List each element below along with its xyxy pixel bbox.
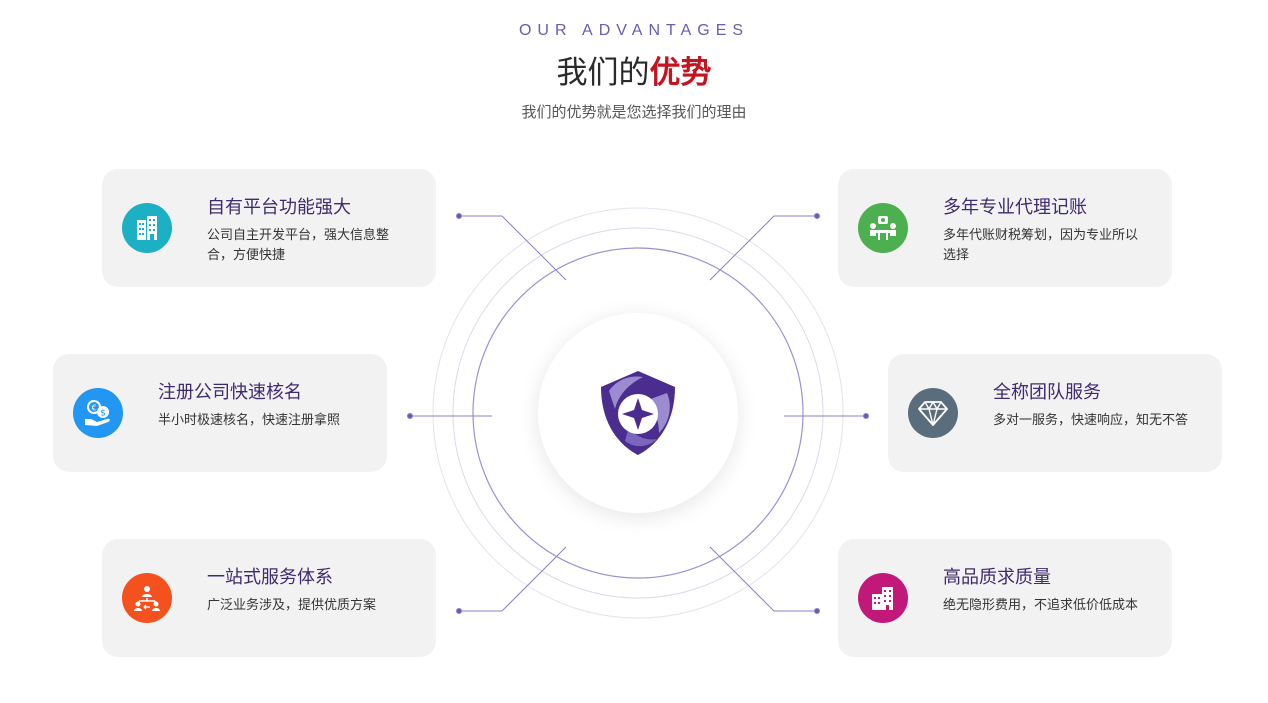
connector-line-5 bbox=[459, 546, 567, 612]
advantage-title: 一站式服务体系 bbox=[207, 567, 333, 588]
advantage-card-platform: 自有平台功能强大 公司自主开发平台，强大信息整合，方便快捷 bbox=[102, 169, 436, 287]
shield-star-logo-icon bbox=[601, 371, 675, 455]
advantage-title: 自有平台功能强大 bbox=[207, 197, 351, 218]
advantage-desc: 绝无隐形费用，不追求低价低成本 bbox=[943, 598, 1139, 613]
connector-line-1 bbox=[459, 215, 567, 281]
connector-dot-6 bbox=[814, 608, 820, 614]
advantage-card-one-stop: 一站式服务体系 广泛业务涉及，提供优质方案 bbox=[102, 539, 436, 657]
connector-dot-4 bbox=[863, 413, 869, 419]
advantage-card-quality: 高品质求质量 绝无隐形费用，不追求低价低成本 bbox=[838, 539, 1172, 657]
connector-dot-5 bbox=[456, 608, 462, 614]
office-building-icon bbox=[858, 573, 908, 623]
connector-dot-1 bbox=[456, 213, 462, 219]
advantage-desc: 广泛业务涉及，提供优质方案 bbox=[207, 598, 377, 613]
advantage-title: 高品质求质量 bbox=[943, 567, 1051, 588]
connector-dot-2 bbox=[814, 213, 820, 219]
advantage-title: 全称团队服务 bbox=[993, 382, 1101, 403]
advantage-desc: 多对一服务，快速响应，知无不答 bbox=[993, 413, 1189, 428]
advantage-desc: 多年代账财税筹划，因为专业所以选择 bbox=[943, 228, 1139, 263]
meeting-icon bbox=[858, 203, 908, 253]
advantage-card-bookkeeping: 多年专业代理记账 多年代账财税筹划，因为专业所以选择 bbox=[838, 169, 1172, 287]
advantage-desc: 公司自主开发平台，强大信息整合，方便快捷 bbox=[207, 228, 390, 263]
advantage-desc: 半小时极速核名，快速注册拿照 bbox=[158, 413, 341, 428]
advantage-title: 多年专业代理记账 bbox=[943, 197, 1087, 218]
svg-text:$: $ bbox=[100, 409, 106, 419]
advantage-title: 注册公司快速核名 bbox=[158, 382, 302, 403]
connector-line-6 bbox=[709, 546, 817, 612]
team-transfer-icon bbox=[122, 573, 172, 623]
connector-line-2 bbox=[709, 215, 817, 281]
building-icon bbox=[122, 203, 172, 253]
diamond-icon bbox=[908, 388, 958, 438]
connector-dot-3 bbox=[407, 413, 413, 419]
advantage-card-team: 全称团队服务 多对一服务，快速响应，知无不答 bbox=[888, 354, 1222, 472]
svg-text:€: € bbox=[91, 404, 96, 413]
advantage-card-registration: € $ 注册公司快速核名 半小时极速核名，快速注册拿照 bbox=[53, 354, 387, 472]
money-hand-icon: € $ bbox=[73, 388, 123, 438]
center-logo-disc bbox=[538, 313, 738, 513]
